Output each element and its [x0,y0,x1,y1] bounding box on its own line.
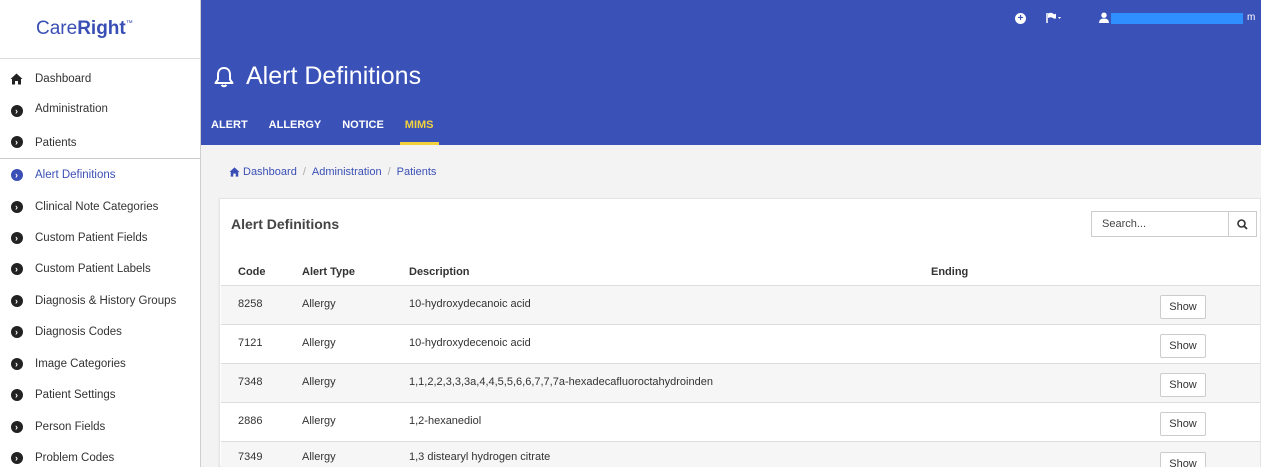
show-button[interactable]: Show [1160,295,1206,319]
sidebar-divider [0,158,200,159]
chevron-circle-icon: › [10,201,23,214]
cell-alert-type: Allergy [302,298,336,310]
sidebar-item-custom-patient-labels[interactable]: › Custom Patient Labels [0,254,200,284]
tab-bar: ALERT ALLERGY NOTICE MIMS [201,118,439,145]
breadcrumb-patients[interactable]: Patients [397,166,437,178]
sidebar-item-diagnosis-codes[interactable]: › Diagnosis Codes [0,317,200,347]
sidebar-item-administration[interactable]: › Administration [0,96,200,126]
cell-code: 7348 [238,376,263,388]
sidebar-item-problem-codes[interactable]: › Problem Codes [0,443,200,467]
search-button[interactable] [1228,212,1256,236]
chevron-circle-icon: › [10,358,23,371]
sidebar-item-alert-definitions[interactable]: › Alert Definitions [0,160,200,190]
cell-description: 1,3 distearyl hydrogen citrate [409,451,551,463]
column-header-code: Code [238,266,266,278]
search-icon [1237,218,1248,230]
breadcrumb-separator: / [387,166,391,178]
cell-description: 1,2-hexanediol [409,415,482,427]
cell-description: 10-hydroxydecanoic acid [409,298,531,310]
user-name-suffix: m [1247,12,1256,23]
sidebar-item-label: Patient Settings [35,389,116,401]
column-header-alert-type: Alert Type [302,266,355,278]
sidebar-item-label: Diagnosis & History Groups [35,295,177,307]
flag-dropdown-icon[interactable] [1046,11,1062,29]
show-button[interactable]: Show [1160,334,1206,358]
tab-allergy[interactable]: ALLERGY [269,118,322,145]
user-name-redacted[interactable] [1111,13,1243,24]
cell-description: 1,1,2,2,3,3,3a,4,4,5,5,6,6,7,7,7a-hexade… [409,376,713,388]
search-input[interactable] [1092,212,1228,236]
logo-box: CareRight™ [0,0,200,59]
tab-mims[interactable]: MIMS [399,118,439,145]
chevron-circle-icon: › [10,105,23,118]
sidebar-item-image-categories[interactable]: › Image Categories [0,349,200,379]
cell-alert-type: Allergy [302,451,336,463]
tab-alert[interactable]: ALERT [211,118,248,145]
bell-icon [214,66,234,87]
brand-logo[interactable]: CareRight™ [36,18,133,40]
cell-code: 8258 [238,298,263,310]
page-title-text: Alert Definitions [246,62,422,90]
sidebar-item-label: Diagnosis Codes [35,326,122,338]
chevron-circle-icon: › [10,136,23,149]
cell-alert-type: Allergy [302,337,336,349]
chevron-circle-icon: › [10,169,23,182]
chevron-circle-icon: › [10,452,23,465]
sidebar-item-label: Administration [35,103,108,115]
panel-title: Alert Definitions [231,216,340,232]
table-row: 7121 Allergy 10-hydroxydecenoic acid Sho… [221,324,1260,363]
chevron-circle-icon: › [10,421,23,434]
column-header-ending: Ending [931,266,969,278]
sidebar: CareRight™ Dashboard › Administration › … [0,0,201,467]
chevron-circle-icon: › [10,232,23,245]
cell-alert-type: Allergy [302,376,336,388]
sidebar-item-patient-settings[interactable]: › Patient Settings [0,380,200,410]
table-row: 7349 Allergy 1,3 distearyl hydrogen citr… [221,441,1260,467]
sidebar-item-patients[interactable]: › Patients [0,127,200,157]
breadcrumb-separator: / [302,166,306,178]
sidebar-item-dashboard[interactable]: Dashboard [0,64,200,94]
sidebar-item-person-fields[interactable]: › Person Fields [0,412,200,442]
home-icon [229,167,240,177]
page-title: Alert Definitions [214,62,421,91]
user-icon[interactable] [1099,11,1109,29]
table-row: 8258 Allergy 10-hydroxydecanoic acid Sho… [221,285,1260,324]
cell-alert-type: Allergy [302,415,336,427]
alert-definitions-panel: Alert Definitions Code Alert Type Descri… [219,198,1261,467]
table-row: 7348 Allergy 1,1,2,2,3,3,3a,4,4,5,5,6,6,… [221,363,1260,402]
sidebar-item-label: Custom Patient Labels [35,263,151,275]
page-header: + m Alert Definitions ALERT ALLERGY NOTI… [201,0,1261,145]
cell-description: 10-hydroxydecenoic acid [409,337,531,349]
cell-code: 7121 [238,337,263,349]
sidebar-item-label: Clinical Note Categories [35,201,159,213]
chevron-circle-icon: › [10,295,23,308]
sidebar-item-label: Alert Definitions [35,169,116,181]
sidebar-item-label: Person Fields [35,421,106,433]
sidebar-item-label: Patients [35,137,77,149]
home-icon [10,73,23,86]
sidebar-item-label: Custom Patient Fields [35,232,148,244]
chevron-circle-icon: › [10,326,23,339]
cell-code: 2886 [238,415,263,427]
sidebar-item-clinical-note-categories[interactable]: › Clinical Note Categories [0,192,200,222]
breadcrumb-dashboard[interactable]: Dashboard [243,166,297,178]
chevron-circle-icon: › [10,263,23,276]
chevron-circle-icon: › [10,389,23,402]
column-header-description: Description [409,266,470,278]
sidebar-item-label: Image Categories [35,358,126,370]
sidebar-item-label: Problem Codes [35,452,115,464]
show-button[interactable]: Show [1160,412,1206,436]
tab-notice[interactable]: NOTICE [342,118,384,145]
breadcrumb-administration[interactable]: Administration [312,166,382,178]
sidebar-item-diagnosis-history-groups[interactable]: › Diagnosis & History Groups [0,286,200,316]
sidebar-item-custom-patient-fields[interactable]: › Custom Patient Fields [0,223,200,253]
search-box [1091,211,1257,237]
sidebar-item-label: Dashboard [35,73,92,85]
table-row: 2886 Allergy 1,2-hexanediol Show [221,402,1260,441]
show-button[interactable]: Show [1160,373,1206,397]
show-button[interactable]: Show [1160,452,1206,467]
breadcrumb: Dashboard / Administration / Patients [229,166,436,178]
add-icon[interactable]: + [1015,13,1026,24]
cell-code: 7349 [238,451,263,463]
